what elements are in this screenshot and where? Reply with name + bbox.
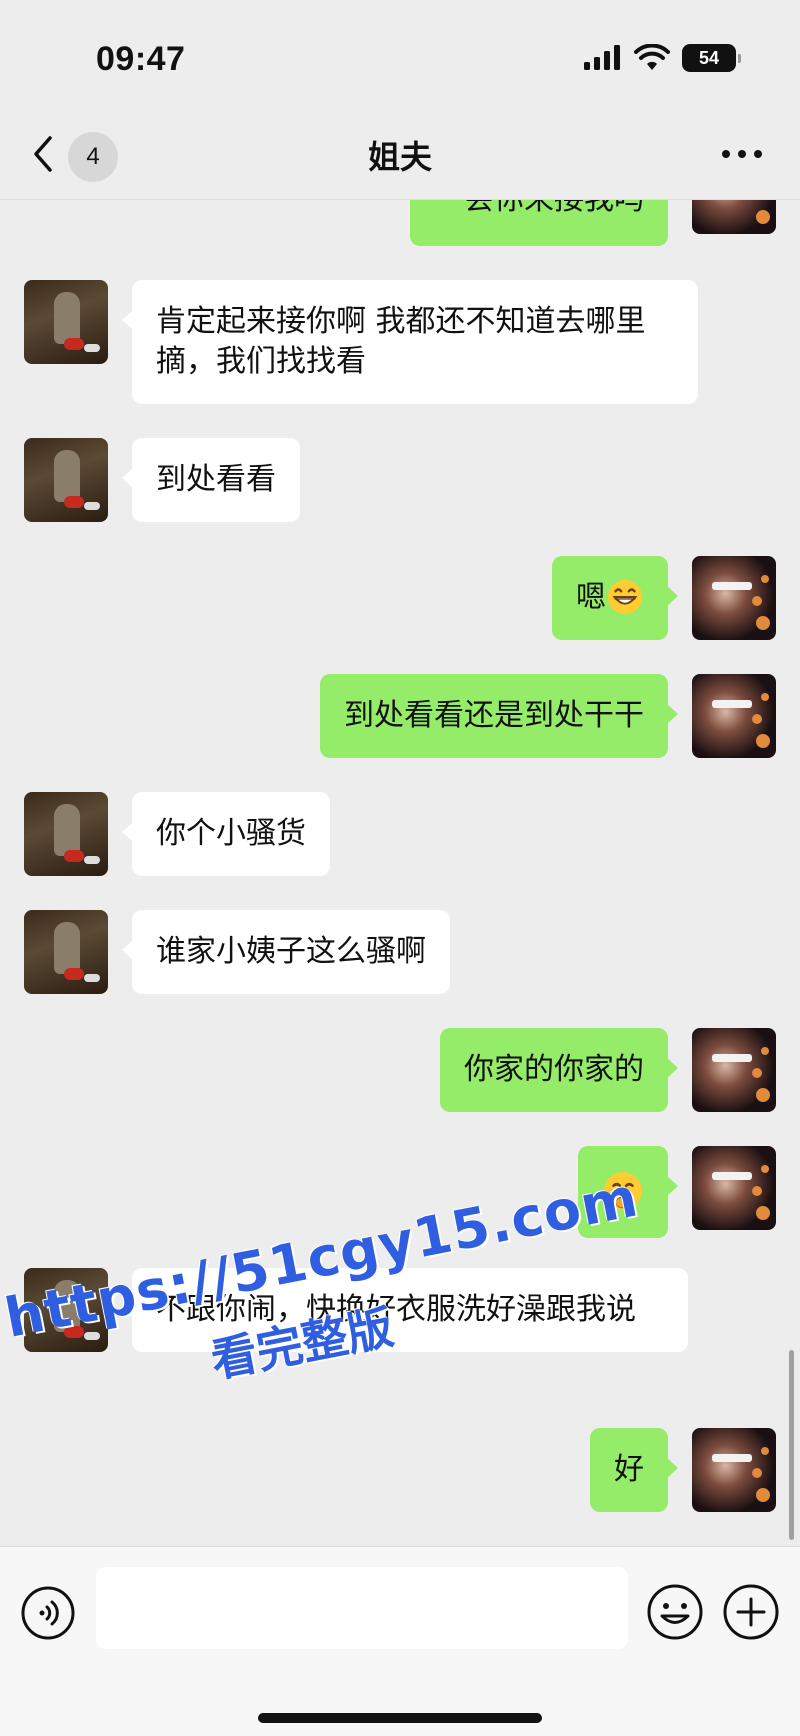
grinning-face-emoji-icon <box>607 579 643 614</box>
wifi-icon <box>634 44 670 70</box>
message-bubble[interactable]: 到处看看还是到处干干 <box>320 674 678 758</box>
message-row: 你个小骚货 <box>24 792 330 876</box>
contact-avatar[interactable] <box>24 1268 108 1352</box>
emoji-picker-icon[interactable] <box>646 1583 704 1641</box>
chat-title: 姐夫 <box>367 138 432 176</box>
message-bubble[interactable] <box>578 1146 678 1238</box>
message-bubble[interactable]: 肯定起来接你啊 我都还不知道去哪里摘，我们找找看 <box>122 280 698 404</box>
message-text: 嗯 <box>576 580 606 615</box>
status-time: 09:47 <box>96 40 186 78</box>
input-bar <box>0 1546 800 1736</box>
message-bubble[interactable]: 嗯 <box>552 556 678 640</box>
message-row: 肯定起来接你啊 我都还不知道去哪里摘，我们找找看 <box>24 280 698 404</box>
contact-avatar[interactable] <box>24 438 108 522</box>
message-bubble[interactable]: 一会你来接我吗 <box>410 200 668 246</box>
message-bubble[interactable]: 你个小骚货 <box>122 792 330 876</box>
message-row: 到处看看还是到处干干 <box>320 674 776 758</box>
contact-avatar[interactable] <box>24 910 108 994</box>
message-row: 一会你来接我吗 <box>410 200 776 246</box>
chat-header: 4 姐夫 <box>0 110 800 200</box>
contact-avatar[interactable] <box>24 792 108 876</box>
message-bubble[interactable]: 好 <box>590 1428 678 1512</box>
message-row: 谁家小姨子这么骚啊 <box>24 910 450 994</box>
contact-avatar[interactable] <box>24 280 108 364</box>
message-input[interactable] <box>96 1567 628 1649</box>
home-indicator[interactable] <box>258 1713 542 1723</box>
my-avatar[interactable] <box>692 556 776 640</box>
my-avatar[interactable] <box>692 200 776 234</box>
message-bubble[interactable]: 不跟你闹，快换好衣服洗好澡跟我说 <box>122 1268 688 1352</box>
scrollbar[interactable] <box>789 1350 794 1540</box>
message-list[interactable]: 一会你来接我吗 肯定起来接你啊 我都还不知道去哪里摘，我们找找看 到处看看 嗯 <box>0 200 800 1546</box>
message-row: 到处看看 <box>24 438 300 522</box>
message-bubble[interactable]: 你家的你家的 <box>440 1028 678 1112</box>
my-avatar[interactable] <box>692 1428 776 1512</box>
status-bar: 09:47 54 <box>0 0 800 110</box>
message-row: 你家的你家的 <box>440 1028 776 1112</box>
message-row: 嗯 <box>552 556 776 640</box>
message-row: 好 <box>590 1428 776 1512</box>
chat-screen: 09:47 54 4 姐夫 肯定起来接你啊 我都还不知道去哪里摘，我们找找看 到… <box>0 0 800 1736</box>
cellular-signal-icon <box>584 45 620 70</box>
my-avatar[interactable] <box>692 1028 776 1112</box>
battery-level: 54 <box>698 47 720 68</box>
battery-icon: 54 <box>682 44 741 72</box>
plus-icon[interactable] <box>722 1583 780 1641</box>
message-bubble[interactable]: 到处看看 <box>122 438 300 522</box>
message-row: 不跟你闹，快换好衣服洗好澡跟我说 <box>24 1268 688 1352</box>
shushing-face-emoji-icon <box>604 1171 642 1210</box>
more-options-icon[interactable] <box>722 150 762 160</box>
my-avatar[interactable] <box>692 1146 776 1230</box>
message-row <box>578 1146 776 1238</box>
voice-input-icon[interactable] <box>20 1585 76 1641</box>
status-icons: 54 <box>582 44 741 72</box>
my-avatar[interactable] <box>692 674 776 758</box>
message-bubble[interactable]: 谁家小姨子这么骚啊 <box>122 910 450 994</box>
